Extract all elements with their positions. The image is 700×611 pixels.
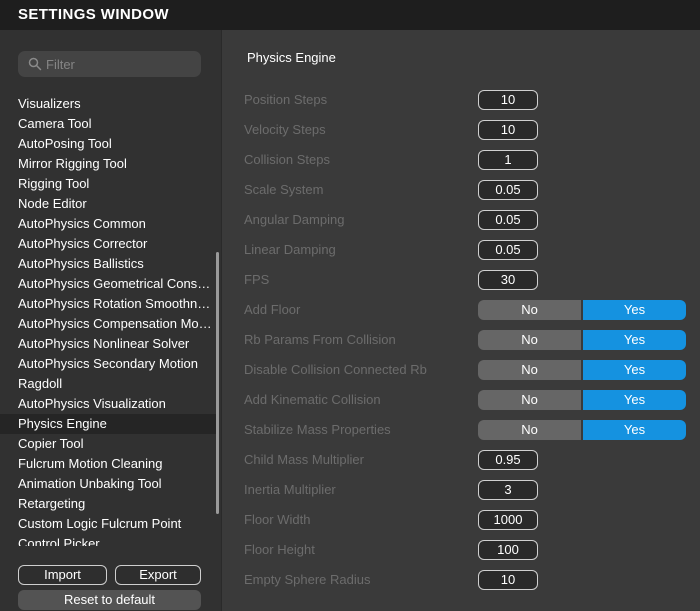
setting-label: Angular Damping: [244, 212, 345, 227]
sidebar-scrollbar[interactable]: [216, 252, 219, 514]
sidebar-item[interactable]: Mirror Rigging Tool: [0, 154, 216, 174]
setting-label: Floor Height: [244, 542, 315, 557]
sidebar-item[interactable]: Copier Tool: [0, 434, 216, 454]
yes-no-toggle: No Yes: [478, 390, 686, 410]
number-field[interactable]: 10: [478, 570, 538, 590]
number-field[interactable]: 0.95: [478, 450, 538, 470]
setting-label: Scale System: [244, 182, 324, 197]
setting-label: Inertia Multiplier: [244, 482, 336, 497]
yes-no-toggle: No Yes: [478, 420, 686, 440]
filter-input[interactable]: [46, 54, 194, 74]
sidebar-item[interactable]: AutoPhysics Visualization: [0, 394, 216, 414]
setting-label: Child Mass Multiplier: [244, 452, 364, 467]
toggle-no-option[interactable]: No: [478, 300, 581, 320]
sidebar-item[interactable]: Custom Logic Fulcrum Point: [0, 514, 216, 534]
toggle-yes-option[interactable]: Yes: [583, 390, 686, 410]
toggle-no-option[interactable]: No: [478, 390, 581, 410]
toggle-no-option[interactable]: No: [478, 330, 581, 350]
number-field[interactable]: 0.05: [478, 180, 538, 200]
sidebar-item[interactable]: AutoPhysics Corrector: [0, 234, 216, 254]
setting-label: Linear Damping: [244, 242, 336, 257]
sidebar-item[interactable]: AutoPosing Tool: [0, 134, 216, 154]
setting-label: Rb Params From Collision: [244, 332, 396, 347]
setting-label: Add Floor: [244, 302, 301, 317]
sidebar-item[interactable]: Animation Unbaking Tool: [0, 474, 216, 494]
setting-label: Add Kinematic Collision: [244, 392, 381, 407]
toggle-yes-option[interactable]: Yes: [583, 300, 686, 320]
sidebar-item[interactable]: Rigging Tool: [0, 174, 216, 194]
yes-no-toggle: No Yes: [478, 360, 686, 380]
sidebar-item[interactable]: AutoPhysics Common: [0, 214, 216, 234]
sidebar: VisualizersCamera ToolAutoPosing ToolMir…: [0, 30, 222, 611]
setting-label: Velocity Steps: [244, 122, 326, 137]
sidebar-item[interactable]: Camera Tool: [0, 114, 216, 134]
sidebar-item[interactable]: Retargeting: [0, 494, 216, 514]
setting-label: Collision Steps: [244, 152, 330, 167]
sidebar-item[interactable]: AutoPhysics Rotation Smoothness: [0, 294, 216, 314]
toggle-no-option[interactable]: No: [478, 360, 581, 380]
filter-box[interactable]: [18, 51, 201, 77]
toggle-yes-option[interactable]: Yes: [583, 330, 686, 350]
reset-to-default-button[interactable]: Reset to default: [18, 590, 201, 610]
yes-no-toggle: No Yes: [478, 300, 686, 320]
yes-no-toggle: No Yes: [478, 330, 686, 350]
sidebar-item[interactable]: Fulcrum Motion Cleaning: [0, 454, 216, 474]
sidebar-item[interactable]: AutoPhysics Ballistics: [0, 254, 216, 274]
toggle-yes-option[interactable]: Yes: [583, 360, 686, 380]
sidebar-item[interactable]: Node Editor: [0, 194, 216, 214]
toggle-yes-option[interactable]: Yes: [583, 420, 686, 440]
number-field[interactable]: 10: [478, 120, 538, 140]
number-field[interactable]: 3: [478, 480, 538, 500]
setting-label: Disable Collision Connected Rb: [244, 362, 427, 377]
number-field[interactable]: 1: [478, 150, 538, 170]
sidebar-item[interactable]: AutoPhysics Nonlinear Solver: [0, 334, 216, 354]
setting-label: Stabilize Mass Properties: [244, 422, 391, 437]
number-field[interactable]: 100: [478, 540, 538, 560]
number-field[interactable]: 10: [478, 90, 538, 110]
sidebar-item[interactable]: Control Picker: [0, 534, 216, 546]
setting-label: Empty Sphere Radius: [244, 572, 371, 587]
sidebar-item[interactable]: Visualizers: [0, 94, 216, 114]
number-field[interactable]: 0.05: [478, 240, 538, 260]
section-title: Physics Engine: [247, 50, 336, 65]
number-field[interactable]: 0.05: [478, 210, 538, 230]
number-field[interactable]: 30: [478, 270, 538, 290]
export-button[interactable]: Export: [115, 565, 201, 585]
setting-label: Position Steps: [244, 92, 328, 107]
sidebar-item[interactable]: Physics Engine: [0, 414, 216, 434]
setting-label: FPS: [244, 272, 270, 287]
sidebar-item[interactable]: AutoPhysics Geometrical Constr...: [0, 274, 216, 294]
sidebar-item[interactable]: Ragdoll: [0, 374, 216, 394]
search-icon: [28, 57, 42, 71]
sidebar-item[interactable]: AutoPhysics Secondary Motion: [0, 354, 216, 374]
sidebar-item[interactable]: AutoPhysics Compensation Moti...: [0, 314, 216, 334]
setting-label: Floor Width: [244, 512, 311, 527]
title-bar: SETTINGS WINDOW: [0, 0, 700, 30]
toggle-no-option[interactable]: No: [478, 420, 581, 440]
window-title: SETTINGS WINDOW: [18, 6, 169, 23]
number-field[interactable]: 1000: [478, 510, 538, 530]
import-button[interactable]: Import: [18, 565, 107, 585]
settings-nav-list: Visualizers Camera Tool AutoPosing Tool Mir…: [0, 94, 216, 546]
